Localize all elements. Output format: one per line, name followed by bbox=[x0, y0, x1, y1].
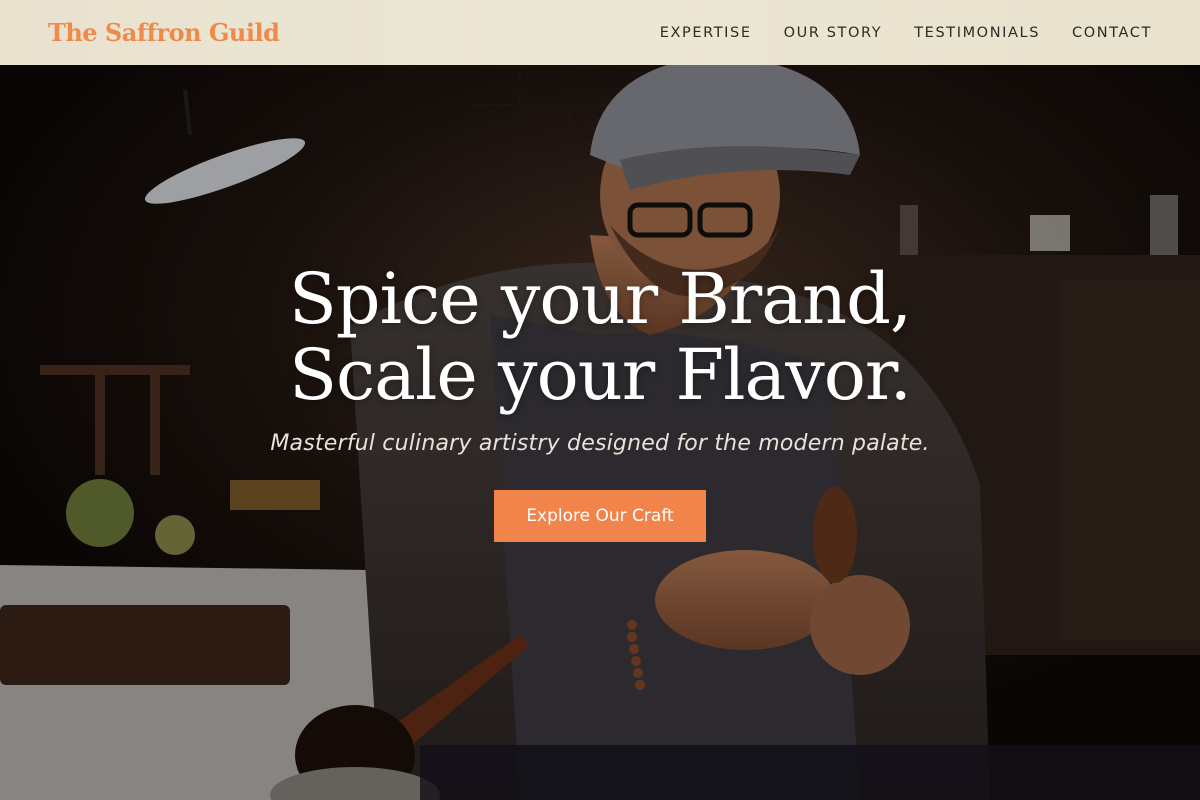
site-header: The Saffron Guild EXPERTISE OUR STORY TE… bbox=[0, 0, 1200, 65]
hero-section: Spice your Brand, Scale your Flavor. Mas… bbox=[0, 65, 1200, 800]
hero-subtitle: Masterful culinary artistry designed for… bbox=[270, 431, 930, 456]
explore-craft-button[interactable]: Explore Our Craft bbox=[494, 490, 706, 542]
site-logo[interactable]: The Saffron Guild bbox=[48, 18, 280, 47]
nav-link-expertise[interactable]: EXPERTISE bbox=[660, 25, 752, 41]
main-nav: EXPERTISE OUR STORY TESTIMONIALS CONTACT bbox=[660, 25, 1152, 41]
hero-content: Spice your Brand, Scale your Flavor. Mas… bbox=[0, 261, 1200, 542]
nav-link-testimonials[interactable]: TESTIMONIALS bbox=[914, 25, 1040, 41]
nav-link-our-story[interactable]: OUR STORY bbox=[784, 25, 883, 41]
nav-link-contact[interactable]: CONTACT bbox=[1072, 25, 1152, 41]
hero-title: Spice your Brand, Scale your Flavor. bbox=[288, 258, 912, 416]
